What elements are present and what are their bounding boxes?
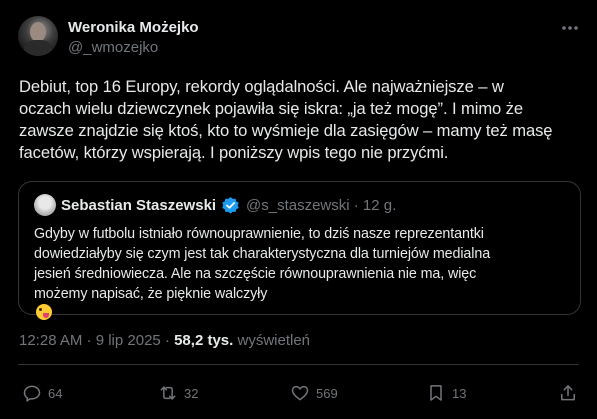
heart-icon [291,385,309,401]
repost-icon [160,386,176,400]
quoted-line: możemy napisać, że pięknie walczyły [34,284,574,320]
bookmark-count: 13 [452,385,467,401]
like-button[interactable]: 569 [290,380,338,406]
bookmark-button[interactable]: 13 [426,380,466,406]
avatar-face [30,22,46,42]
author-avatar[interactable] [18,16,58,56]
quoted-line-text: możemy napisać, że pięknie walczyły [34,286,268,302]
more-options-icon[interactable] [560,18,580,38]
views-count: 58,2 tys. [174,332,234,349]
like-count: 569 [316,385,338,401]
zany-face-emoji-icon [36,304,52,320]
tweet-line: facetów, którzy wspierają. I poniższy wp… [19,143,449,162]
reply-count: 64 [48,385,63,401]
tweet-meta: 12:28 AM · 9 lip 2025 · 58,2 tys. wyświe… [19,332,310,349]
tweet-timestamp[interactable]: 12:28 AM · 9 lip 2025 · [19,332,174,349]
quoted-handle-time: @s_staszewski · 12 g. [246,197,397,214]
repost-count: 32 [184,385,199,401]
quoted-line: dowiedziałyby się czym jest tak charakte… [34,246,491,262]
author-name[interactable]: Weronika Możejko [68,19,199,36]
tweet-line: oczach wielu dziewczynek pojawiła się is… [19,99,524,118]
quoted-author-name: Sebastian Staszewski [61,197,217,214]
avatar-body [24,40,52,56]
repost-button[interactable]: 32 [158,380,198,406]
reply-icon [23,385,41,402]
reply-button[interactable]: 64 [22,380,62,406]
tweet-text: Debiut, top 16 Europy, rekordy oglądalno… [19,76,584,164]
quoted-tweet[interactable]: Sebastian Staszewski @s_staszewski · 12 … [18,181,581,320]
tweet-line: zawsze znajdzie się ktoś, kto to wyśmiej… [19,121,553,140]
quoted-author-avatar[interactable] [34,194,56,216]
quoted-text: Gdyby w futbolu istniało równouprawnieni… [34,224,574,320]
bookmark-icon [430,385,442,401]
share-icon [561,385,575,401]
views-label: wyświetleń [233,332,311,349]
verified-badge-icon [221,196,240,215]
share-button[interactable] [558,380,578,406]
tweet-line: Debiut, top 16 Europy, rekordy oglądalno… [19,77,504,96]
action-bar: 64 32 569 13 [0,380,597,406]
divider [18,364,579,365]
quoted-line: Gdyby w futbolu istniało równouprawnieni… [34,226,484,242]
author-handle[interactable]: @_wmozejko [68,39,158,56]
quoted-line: jesień średniowiecza. Ale na szczęście r… [34,266,477,282]
